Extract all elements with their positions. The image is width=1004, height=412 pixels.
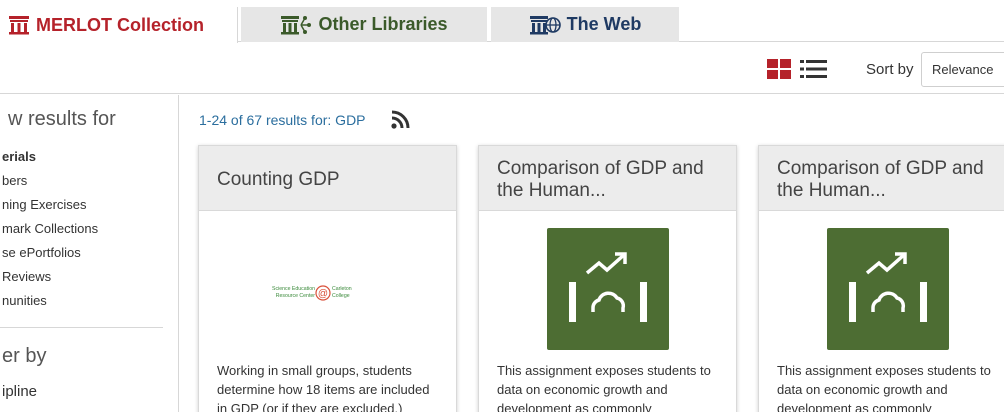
sort-select-value: Relevance — [932, 62, 994, 77]
card-description: This assignment exposes students to data… — [497, 363, 711, 412]
card-image-area — [759, 211, 1004, 361]
serc-carleton-logo: Science Education Resource Center @ Carl… — [272, 285, 352, 301]
tab-other-label: Other Libraries — [318, 14, 448, 34]
show-results-heading: w results for — [8, 108, 116, 130]
logo-text: Resource Center — [276, 293, 315, 299]
sort-by-label: Sort by — [866, 61, 914, 78]
tab-merlot-collection[interactable]: MERLOT Collection — [0, 7, 238, 43]
sidebar-divider — [0, 327, 163, 328]
grid-view-icon[interactable] — [767, 59, 791, 79]
card-header: Counting GDP — [199, 146, 456, 211]
sidebar-item-members[interactable]: bers — [2, 173, 98, 197]
result-card[interactable]: Counting GDP Science Education Resource … — [198, 145, 457, 412]
library-globe-icon — [529, 14, 561, 36]
sidebar-item-bookmark-collections[interactable]: mark Collections — [2, 221, 98, 245]
tab-web-label: The Web — [566, 14, 642, 34]
card-image-area: Science Education Resource Center @ Carl… — [199, 211, 456, 361]
card-title[interactable]: Comparison of GDP and the Human... — [497, 158, 718, 202]
library-building-icon — [8, 15, 30, 35]
sidebar-item-communities[interactable]: nunities — [2, 293, 98, 317]
results-toolbar: Sort by Relevance — [0, 42, 1004, 94]
sidebar-item-materials[interactable]: erials — [2, 149, 98, 173]
result-card[interactable]: Comparison of GDP and the Human... This … — [758, 145, 1004, 412]
list-view-icon[interactable] — [800, 59, 827, 79]
rss-icon[interactable] — [390, 110, 410, 130]
exercise-chart-icon — [547, 228, 669, 350]
filter-by-heading: er by — [2, 345, 47, 367]
card-description: Working in small groups, students determ… — [217, 363, 430, 412]
tab-other-libraries[interactable]: Other Libraries — [241, 7, 487, 42]
exercise-chart-icon — [827, 228, 949, 350]
card-title[interactable]: Comparison of GDP and the Human... — [777, 158, 998, 202]
sidebar-item-learning-exercises[interactable]: ning Exercises — [2, 197, 98, 221]
card-header: Comparison of GDP and the Human... — [759, 146, 1004, 211]
logo-text: Science Education — [272, 286, 315, 292]
results-count: 1-24 of 67 results for: GDP — [199, 112, 366, 128]
sort-select[interactable]: Relevance — [921, 52, 1004, 87]
sidebar-item-reviews[interactable]: Reviews — [2, 269, 98, 293]
svg-text:@: @ — [318, 289, 328, 300]
logo-text: Carleton — [332, 286, 352, 292]
logo-text: College — [332, 293, 350, 299]
library-network-icon — [280, 14, 312, 36]
card-header: Comparison of GDP and the Human... — [479, 146, 736, 211]
card-image-area — [479, 211, 736, 361]
sidebar-item-course-eportfolios[interactable]: se ePortfolios — [2, 245, 98, 269]
filter-discipline[interactable]: ipline — [2, 383, 37, 400]
library-tabs: MERLOT Collection Other Libraries The We… — [0, 0, 1004, 43]
filter-sidebar: w results for erials bers ning Exercises… — [0, 95, 179, 412]
card-description: This assignment exposes students to data… — [777, 363, 991, 412]
card-title[interactable]: Counting GDP — [217, 158, 438, 191]
result-card[interactable]: Comparison of GDP and the Human... This … — [478, 145, 737, 412]
material-type-list: erials bers ning Exercises mark Collecti… — [2, 149, 98, 317]
tab-merlot-label: MERLOT Collection — [36, 14, 204, 35]
tab-the-web[interactable]: The Web — [491, 7, 679, 42]
